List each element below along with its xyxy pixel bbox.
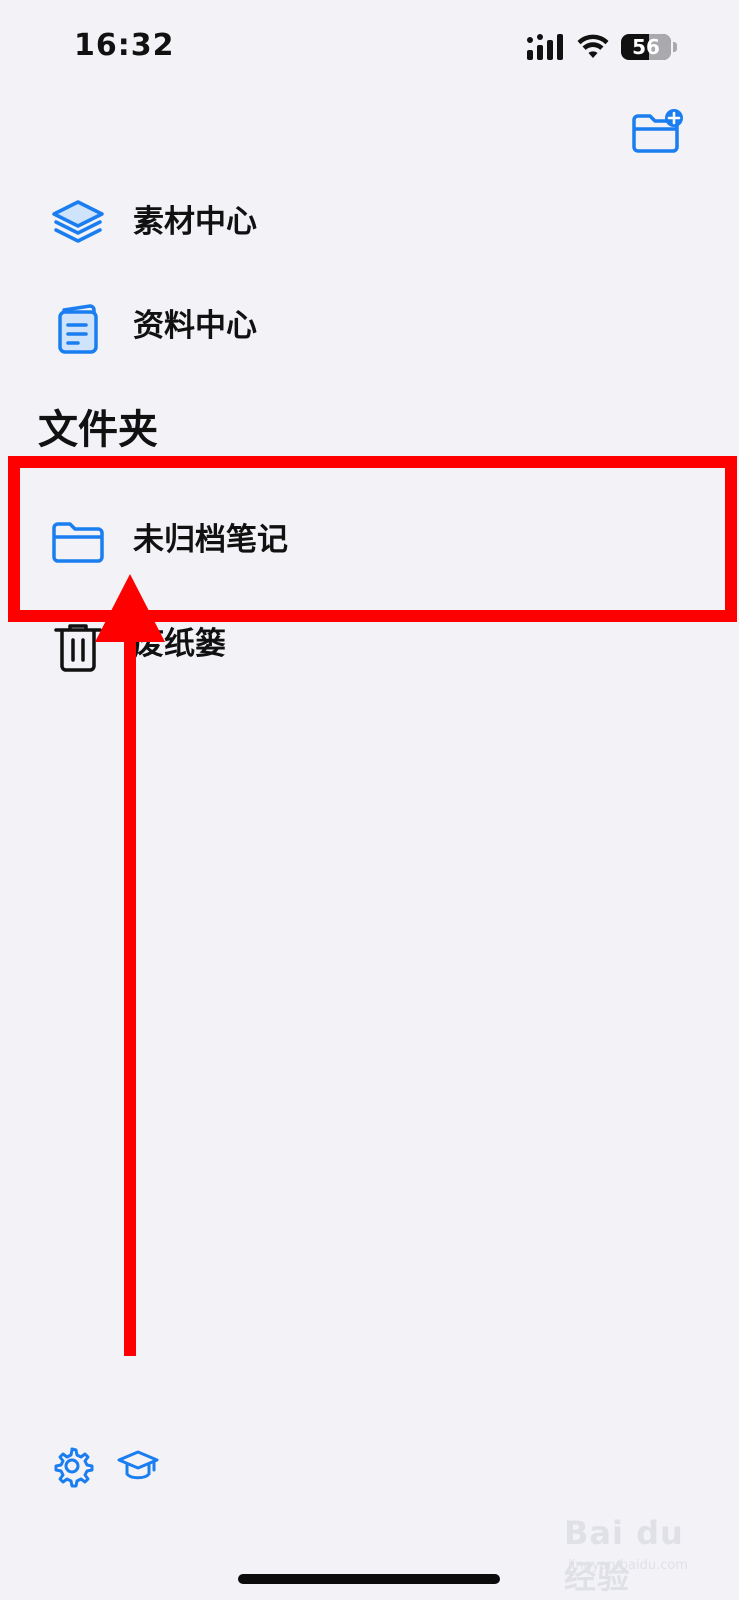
menu-item-materials[interactable]: 素材中心 [0,176,739,268]
signal-icon [527,34,563,60]
folders-section-title: 文件夹 [38,407,158,453]
status-time: 16:32 [74,28,175,63]
battery-cap [673,42,677,52]
layers-icon [52,200,104,243]
watermark-subtext: jingyan.baidu.com [568,1558,688,1573]
battery-icon: 56 [621,34,671,60]
wifi-icon [577,34,609,58]
new-folder-button[interactable] [628,102,688,158]
menu-item-documents[interactable]: 资料中心 [0,280,739,372]
settings-button[interactable] [50,1444,94,1488]
folder-plus-icon [632,109,683,153]
menu-item-label: 资料中心 [133,308,257,344]
menu-item-label: 素材中心 [133,204,257,240]
watermark-text: Bai du 经验 [564,1514,684,1596]
battery-level: 56 [632,35,660,59]
gear-icon [54,1447,94,1488]
learning-button[interactable] [116,1444,160,1488]
baidu-jingyan-watermark: Bai du 经验 jingyan.baidu.com [560,1508,720,1596]
graduation-cap-icon [117,1450,159,1480]
document-icon [58,304,98,354]
home-indicator[interactable] [238,1574,500,1584]
annotation-arrow-icon [95,574,165,1356]
status-icons: 56 [527,32,677,62]
status-bar: 16:32 56 [0,0,739,96]
